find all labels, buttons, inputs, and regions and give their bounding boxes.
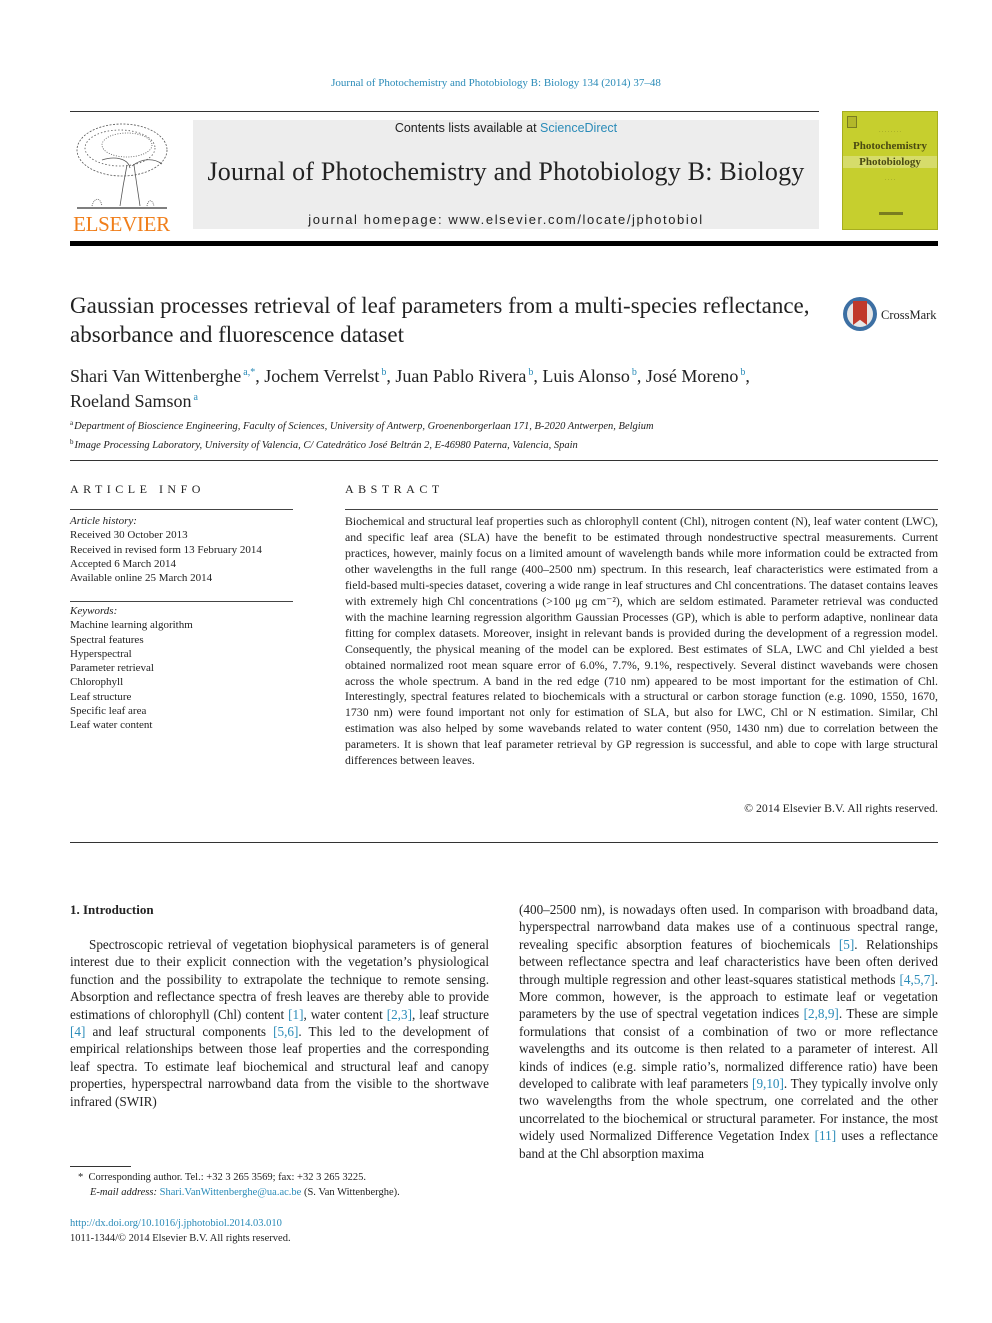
cover-title-line1: Photochemistry <box>853 140 927 152</box>
article-history: Article history: Received 30 October 201… <box>70 514 300 585</box>
journal-citation[interactable]: Journal of Photochemistry and Photobiolo… <box>0 77 992 89</box>
body-text: , leaf structure <box>411 1006 490 1022</box>
author-name[interactable]: Shari Van Wittenberghe <box>70 366 241 386</box>
reference-link[interactable]: [5,6] <box>273 1024 298 1039</box>
body-left-column: Spectroscopic retrieval of vegetation bi… <box>70 936 489 1110</box>
keyword-item: Parameter retrieval <box>70 662 154 675</box>
affiliation-mark: b <box>70 437 74 446</box>
doi-block: http://dx.doi.org/10.1016/j.jphotobiol.2… <box>70 1216 291 1246</box>
affiliation-rule <box>70 460 938 461</box>
footnote-star: * <box>78 1172 84 1183</box>
crossmark-button[interactable]: CrossMark <box>843 297 943 333</box>
doi-link[interactable]: http://dx.doi.org/10.1016/j.jphotobiol.2… <box>70 1218 282 1229</box>
crossmark-icon <box>843 297 877 331</box>
author-name[interactable]: José Moreno <box>646 366 739 386</box>
crossmark-label: CrossMark <box>881 308 937 322</box>
issn-copyright: 1011-1344/© 2014 Elsevier B.V. All right… <box>70 1233 291 1244</box>
contents-prefix: Contents lists available at <box>394 121 541 135</box>
keywords: Keywords: Machine learning algorithm Spe… <box>70 604 300 733</box>
history-label: Article history: <box>70 515 137 527</box>
author-affiliation-mark[interactable]: a,* <box>243 367 255 378</box>
cover-bottom-mark <box>879 212 903 215</box>
author-list: Shari Van Wittenberghe a,*, Jochem Verrel… <box>70 362 890 412</box>
homepage-url[interactable]: www.elsevier.com/locate/jphotobiol <box>448 212 703 227</box>
author-name[interactable]: Luis Alonso <box>542 366 630 386</box>
history-item: Received 30 October 2013 <box>70 529 188 542</box>
author-separator: , <box>745 366 750 386</box>
affiliation-b: bImage Processing Laboratory, University… <box>70 435 930 454</box>
elsevier-wordmark: ELSEVIER <box>73 212 170 236</box>
reference-link[interactable]: [9,10] <box>752 1076 784 1091</box>
email-label: E-mail address: <box>90 1187 160 1198</box>
header-rule <box>70 111 819 112</box>
abstract-text: Biochemical and structural leaf properti… <box>345 514 938 768</box>
reference-link[interactable]: [1] <box>288 1007 303 1022</box>
author-name[interactable]: Juan Pablo Rivera <box>395 366 526 386</box>
affiliation-text: Image Processing Laboratory, University … <box>74 439 578 451</box>
body-right-column: (400–2500 nm), is nowadays often used. I… <box>519 901 938 1162</box>
elsevier-tree-icon <box>76 123 168 209</box>
affiliation-text: Department of Bioscience Engineering, Fa… <box>74 421 654 432</box>
journal-banner: Contents lists available at ScienceDirec… <box>193 120 819 229</box>
corresponding-author-footnote: * Corresponding author. Tel.: +32 3 265 … <box>78 1170 498 1200</box>
homepage-prefix: journal homepage: <box>308 212 449 227</box>
sciencedirect-link[interactable]: ScienceDirect <box>540 121 617 135</box>
article-title: Gaussian processes retrieval of leaf par… <box>70 293 810 347</box>
history-item: Available online 25 March 2014 <box>70 572 213 585</box>
author-separator: , <box>533 366 543 386</box>
history-item: Accepted 6 March 2014 <box>70 557 176 570</box>
reference-link[interactable]: [11] <box>815 1128 836 1143</box>
abstract-bottom-rule <box>70 842 938 843</box>
contents-line: Contents lists available at ScienceDirec… <box>193 121 819 135</box>
footnote-contact: Corresponding author. Tel.: +32 3 265 35… <box>88 1172 366 1183</box>
cover-small-text: · · · · · · · · <box>878 130 902 135</box>
keyword-item: Leaf water content <box>70 719 153 732</box>
author-separator: , <box>386 366 396 386</box>
reference-link[interactable]: [4,5,7] <box>900 972 935 987</box>
abstract-rule <box>345 509 938 510</box>
email-suffix: (S. Van Wittenberghe). <box>301 1187 400 1198</box>
history-item: Received in revised form 13 February 201… <box>70 543 262 556</box>
affiliation-a: aDepartment of Bioscience Engineering, F… <box>70 416 930 435</box>
reference-link[interactable]: [2,8,9] <box>804 1006 839 1021</box>
author-separator: , <box>255 366 265 386</box>
affiliation-mark: a <box>70 419 74 427</box>
keyword-item: Leaf structure <box>70 690 132 703</box>
abstract-heading: ABSTRACT <box>345 482 444 496</box>
keywords-label: Keywords: <box>70 605 118 617</box>
info-rule <box>70 509 293 510</box>
elsevier-logo[interactable]: ELSEVIER <box>70 120 173 236</box>
info-rule <box>70 601 293 602</box>
cover-title-line2: Photobiology <box>843 156 937 168</box>
keyword-item: Specific leaf area <box>70 705 147 718</box>
reference-link[interactable]: [5] <box>839 937 854 952</box>
article-info-heading: ARTICLE INFO <box>70 482 205 496</box>
footnote-rule <box>70 1166 131 1167</box>
journal-homepage: journal homepage: www.elsevier.com/locat… <box>193 212 819 227</box>
journal-cover-thumbnail[interactable]: · · · · · · · · Photochemistry Photobiol… <box>842 111 938 230</box>
journal-name: Journal of Photochemistry and Photobiolo… <box>207 157 805 186</box>
author-name[interactable]: Roeland Samson <box>70 391 192 411</box>
cover-editor-text: · · · · <box>884 178 896 183</box>
keyword-item: Machine learning algorithm <box>70 619 193 632</box>
keyword-item: Chlorophyll <box>70 676 124 689</box>
author-email-link[interactable]: Shari.VanWittenberghe@ua.ac.be <box>160 1187 302 1198</box>
header-thick-rule <box>70 241 938 246</box>
abstract-copyright: © 2014 Elsevier B.V. All rights reserved… <box>744 801 938 815</box>
author-affiliation-mark[interactable]: a <box>194 392 198 403</box>
cover-publisher-icon <box>847 116 857 128</box>
reference-link[interactable]: [4] <box>70 1024 85 1039</box>
keyword-item: Spectral features <box>70 633 144 646</box>
body-text: and leaf structural components <box>85 1024 274 1040</box>
body-text: , water content <box>303 1006 387 1022</box>
section-heading: 1. Introduction <box>70 902 154 917</box>
author-separator: , <box>636 366 646 386</box>
keyword-item: Hyperspectral <box>70 647 132 660</box>
affiliations: aDepartment of Bioscience Engineering, F… <box>70 416 930 453</box>
author-name[interactable]: Jochem Verrelst <box>264 366 379 386</box>
reference-link[interactable]: [2,3] <box>387 1007 412 1022</box>
